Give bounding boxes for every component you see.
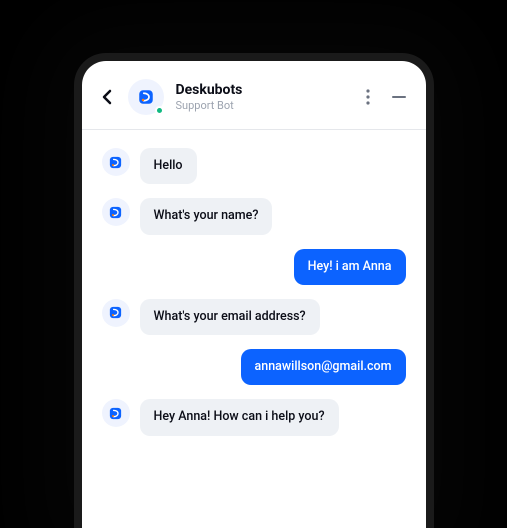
message-row: Hey! i am Anna xyxy=(102,249,406,285)
bot-logo-icon xyxy=(108,155,123,170)
message-row: annawillson@gmail.com xyxy=(102,349,406,385)
bot-avatar xyxy=(128,79,164,115)
more-button[interactable] xyxy=(360,89,376,105)
message-avatar xyxy=(102,148,130,176)
minimize-button[interactable] xyxy=(392,90,406,104)
bot-message: Hello xyxy=(140,148,197,184)
bot-message: What's your name? xyxy=(140,198,273,234)
bot-message: Hey Anna! How can i help you? xyxy=(140,399,339,435)
message-avatar xyxy=(102,399,130,427)
message-avatar xyxy=(102,198,130,226)
back-button[interactable] xyxy=(98,88,116,106)
message-row: What's your name? xyxy=(102,198,406,234)
message-row: What's your email address? xyxy=(102,299,406,335)
header-title-block: Deskubots Support Bot xyxy=(176,82,348,112)
bot-logo-icon xyxy=(108,305,123,320)
more-vertical-icon xyxy=(366,89,370,105)
bot-name: Deskubots xyxy=(176,82,348,98)
user-message: Hey! i am Anna xyxy=(294,249,406,285)
bot-subtitle: Support Bot xyxy=(176,99,348,112)
bot-logo-icon xyxy=(108,205,123,220)
chat-header: Deskubots Support Bot xyxy=(82,61,426,130)
bot-message: What's your email address? xyxy=(140,299,320,335)
bot-logo-icon xyxy=(137,88,155,106)
chat-window: Deskubots Support Bot xyxy=(74,53,434,528)
chevron-left-icon xyxy=(102,89,112,105)
header-actions xyxy=(360,89,406,105)
chat-body[interactable]: Hello What's your name? Hey! i am Anna xyxy=(82,130,426,436)
message-row: Hello xyxy=(102,148,406,184)
status-online-icon xyxy=(155,106,164,115)
user-message: annawillson@gmail.com xyxy=(241,349,406,385)
message-avatar xyxy=(102,299,130,327)
minimize-icon xyxy=(392,96,406,98)
message-row: Hey Anna! How can i help you? xyxy=(102,399,406,435)
bot-logo-icon xyxy=(108,406,123,421)
